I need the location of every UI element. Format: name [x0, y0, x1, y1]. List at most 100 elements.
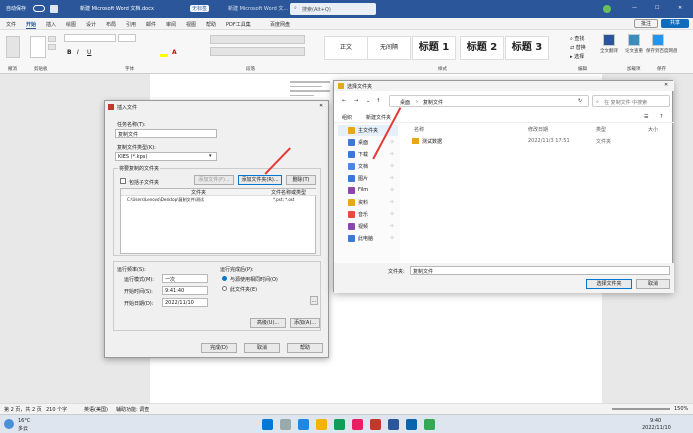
- accessibility[interactable]: 辅助功能: 调查: [116, 406, 149, 413]
- nav-item[interactable]: 图片 ⊹: [338, 173, 398, 184]
- translate-icon[interactable]: [603, 34, 615, 46]
- nav-item[interactable]: 音乐 ⊹: [338, 209, 398, 220]
- copy-icon[interactable]: [48, 44, 56, 50]
- pin-icon[interactable]: ⊹: [390, 211, 394, 217]
- search-taskbar-icon[interactable]: [280, 419, 291, 430]
- start-icon[interactable]: [262, 419, 273, 430]
- folder-list[interactable]: 文件夹 文件名称或类型 C:\Users\Lenovo\Desktop\复制文件…: [120, 188, 317, 254]
- minimize-icon[interactable]: —: [632, 5, 637, 11]
- language[interactable]: 英语(美国): [84, 406, 108, 413]
- col-name[interactable]: 名称: [414, 126, 424, 133]
- pin-icon[interactable]: ⊹: [390, 163, 394, 169]
- sensitivity-badge[interactable]: 无标签: [190, 5, 210, 12]
- up-icon[interactable]: ↑: [376, 98, 380, 104]
- save-icon[interactable]: [50, 5, 58, 13]
- folder-dialog-close-icon[interactable]: ✕: [664, 82, 668, 88]
- pin-icon[interactable]: ⊹: [390, 235, 394, 241]
- menu-item[interactable]: 审阅: [166, 21, 176, 28]
- highlight-color-icon[interactable]: [160, 54, 168, 57]
- menu-item[interactable]: 绘图: [66, 21, 76, 28]
- folder-search-input[interactable]: ⌕ 在 复制文件 中搜索: [592, 95, 670, 107]
- dialog-close-icon[interactable]: ✕: [319, 103, 323, 109]
- close-icon[interactable]: ✕: [678, 5, 682, 11]
- chevron-down-icon[interactable]: ▾: [209, 153, 212, 159]
- page-count[interactable]: 第 2 页，共 2 页: [4, 406, 42, 413]
- folder-cancel-button[interactable]: 取消: [636, 279, 670, 289]
- organize-button[interactable]: 组织: [342, 114, 352, 121]
- col-size[interactable]: 大小: [648, 126, 658, 133]
- select-button[interactable]: ▸ 选择: [570, 53, 584, 60]
- option2-radio[interactable]: [222, 286, 227, 291]
- menu-item[interactable]: 帮助: [206, 21, 216, 28]
- browse-button[interactable]: …: [310, 296, 318, 305]
- finish-button[interactable]: 完成(D): [201, 343, 237, 353]
- zoom-slider[interactable]: [612, 408, 670, 410]
- app-icon-3[interactable]: [370, 419, 381, 430]
- menu-item[interactable]: 设计: [86, 21, 96, 28]
- help-button[interactable]: 帮助: [287, 343, 323, 353]
- start-date-input[interactable]: 2022/11/10: [162, 298, 208, 307]
- baidu-save-icon[interactable]: [652, 34, 664, 46]
- app-icon-4[interactable]: [424, 419, 435, 430]
- search-box[interactable]: ⌕ 搜索(Alt+Q): [290, 3, 376, 15]
- refresh-icon[interactable]: ↻: [578, 98, 582, 104]
- undo-icon[interactable]: [6, 36, 20, 58]
- nav-item[interactable]: 视频 ⊹: [338, 221, 398, 232]
- help-icon[interactable]: ?: [660, 114, 663, 120]
- app-icon[interactable]: [334, 419, 345, 430]
- nav-item[interactable]: Film ⊹: [338, 185, 398, 196]
- nav-item[interactable]: 文档 ⊹: [338, 161, 398, 172]
- view-icon[interactable]: ☰: [644, 114, 648, 120]
- nav-item[interactable]: 资料 ⊹: [338, 197, 398, 208]
- clock-date[interactable]: 2022/11/10: [642, 425, 671, 431]
- style-item[interactable]: 无间隔: [367, 36, 411, 60]
- list-item[interactable]: 测试数据 2022/11/3 17:51 文件夹: [406, 137, 666, 146]
- edge-icon[interactable]: [298, 419, 309, 430]
- delete-button[interactable]: 删除(T): [286, 175, 316, 185]
- pin-icon[interactable]: ⊹: [390, 151, 394, 157]
- menu-item[interactable]: 视图: [186, 21, 196, 28]
- add-button[interactable]: 添加(A)...: [290, 318, 320, 328]
- style-item[interactable]: 标题 2: [460, 36, 504, 60]
- font-size-select[interactable]: [118, 34, 136, 42]
- start-time-input[interactable]: 9:41:40: [162, 286, 208, 295]
- col-type[interactable]: 类型: [596, 126, 606, 133]
- menu-item[interactable]: 插入: [46, 21, 56, 28]
- font-family-select[interactable]: [64, 34, 116, 42]
- style-item[interactable]: 标题 1: [412, 36, 456, 60]
- back-icon[interactable]: ←: [342, 98, 346, 104]
- align-tools[interactable]: [210, 47, 305, 56]
- replace-button[interactable]: ⇄ 替换: [570, 44, 586, 51]
- share-button[interactable]: 共享: [661, 19, 689, 28]
- list-tools[interactable]: [210, 35, 305, 44]
- option1-radio[interactable]: [222, 276, 227, 281]
- advanced-button[interactable]: 高级(U)...: [250, 318, 286, 328]
- pin-icon[interactable]: ⊹: [390, 187, 394, 193]
- comment-button[interactable]: 批注: [634, 19, 658, 28]
- pin-icon[interactable]: ⊹: [390, 175, 394, 181]
- menu-item[interactable]: 百度网盘: [270, 21, 290, 28]
- paste-icon[interactable]: [30, 36, 46, 58]
- folder-name-input[interactable]: 复制文件: [410, 266, 670, 275]
- nav-item[interactable]: 桌面 ⊹: [338, 137, 398, 148]
- add-folder-button[interactable]: 添加文件夹(R)...: [238, 175, 282, 185]
- outlook-icon[interactable]: [406, 419, 417, 430]
- menu-item[interactable]: 布局: [106, 21, 116, 28]
- table-row[interactable]: C:\Users\Lenovo\Desktop\复制文件\测试 *.pst; *…: [121, 197, 317, 204]
- avatar[interactable]: [603, 5, 611, 13]
- include-subfolders-checkbox[interactable]: [120, 178, 126, 184]
- underline-icon[interactable]: U: [87, 49, 91, 56]
- col-date[interactable]: 修改日期: [528, 126, 548, 133]
- clock-time[interactable]: 9:40: [650, 418, 661, 424]
- style-item[interactable]: 正文: [324, 36, 368, 60]
- dropdown-icon[interactable]: ⌄: [366, 98, 370, 104]
- autosave-label[interactable]: 自动保存: [6, 5, 26, 12]
- cut-icon[interactable]: [48, 36, 56, 42]
- pin-icon[interactable]: ⊹: [390, 199, 394, 205]
- weather-icon[interactable]: [4, 419, 14, 429]
- nav-item[interactable]: 此电脑 ⊹: [338, 233, 398, 244]
- explorer-icon[interactable]: [316, 419, 327, 430]
- bold-icon[interactable]: B: [67, 49, 72, 56]
- menu-item[interactable]: 邮件: [146, 21, 156, 28]
- pin-icon[interactable]: ⊹: [390, 223, 394, 229]
